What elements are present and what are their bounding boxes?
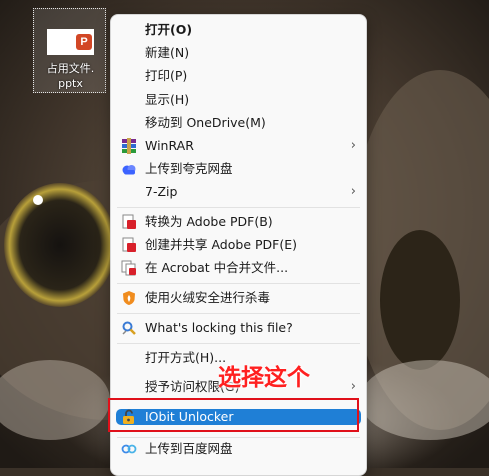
menu-item-convert-adobe-pdf[interactable]: 转换为 Adobe PDF(B) bbox=[115, 211, 362, 233]
menu-item-label: 移动到 OneDrive(M) bbox=[145, 115, 266, 130]
annotation-highlight-box bbox=[108, 398, 359, 432]
menu-item-print[interactable]: 打印(P) bbox=[115, 65, 362, 87]
menu-item-7zip[interactable]: 7-Zip › bbox=[115, 181, 362, 203]
pptx-thumbnail: P bbox=[47, 29, 94, 55]
menu-separator bbox=[117, 207, 360, 208]
menu-item-whats-locking[interactable]: What's locking this file? bbox=[115, 317, 362, 339]
annotation-text: 选择这个 bbox=[218, 365, 310, 391]
menu-item-label: WinRAR bbox=[145, 138, 194, 153]
menu-item-label: 显示(H) bbox=[145, 92, 190, 107]
menu-item-acrobat-merge[interactable]: 在 Acrobat 中合并文件... bbox=[115, 257, 362, 279]
file-name-line1: 占用文件. bbox=[46, 62, 95, 75]
desktop-file-label: 占用文件. pptx bbox=[34, 61, 107, 91]
menu-item-show[interactable]: 显示(H) bbox=[115, 89, 362, 111]
menu-item-label: 打印(P) bbox=[145, 68, 188, 83]
menu-item-label: 使用火绒安全进行杀毒 bbox=[145, 290, 271, 305]
file-name-line2: pptx bbox=[58, 77, 83, 90]
menu-separator bbox=[117, 283, 360, 284]
menu-separator bbox=[117, 313, 360, 314]
chevron-right-icon: › bbox=[350, 138, 356, 153]
desktop-file-pptx[interactable]: P 占用文件. pptx bbox=[33, 8, 106, 93]
menu-item-create-share-adobe-pdf[interactable]: 创建并共享 Adobe PDF(E) bbox=[115, 234, 362, 256]
menu-item-move-to-onedrive[interactable]: 移动到 OneDrive(M) bbox=[115, 112, 362, 134]
huorong-shield-icon bbox=[121, 290, 137, 306]
lock-search-icon bbox=[121, 320, 137, 336]
quark-cloud-icon bbox=[121, 161, 137, 177]
acrobat-merge-icon bbox=[121, 260, 137, 276]
winrar-icon bbox=[121, 138, 137, 154]
menu-item-label: 新建(N) bbox=[145, 45, 190, 60]
menu-item-upload-baidu[interactable]: 上传到百度网盘 bbox=[115, 438, 362, 460]
adobe-pdf-icon bbox=[121, 237, 137, 253]
adobe-pdf-icon bbox=[121, 214, 137, 230]
menu-item-open[interactable]: 打开(O) bbox=[115, 19, 362, 41]
chevron-right-icon: › bbox=[350, 184, 356, 199]
menu-item-huorong-scan[interactable]: 使用火绒安全进行杀毒 bbox=[115, 287, 362, 309]
menu-item-upload-quark[interactable]: 上传到夸克网盘 bbox=[115, 158, 362, 180]
baidu-cloud-icon bbox=[121, 441, 137, 457]
powerpoint-icon: P bbox=[76, 34, 92, 50]
menu-separator bbox=[117, 343, 360, 344]
chevron-right-icon: › bbox=[350, 379, 356, 394]
menu-item-label: 转换为 Adobe PDF(B) bbox=[145, 214, 273, 229]
menu-item-label: 在 Acrobat 中合并文件... bbox=[145, 260, 289, 275]
menu-item-label: 打开(O) bbox=[145, 22, 193, 37]
menu-item-label: 上传到百度网盘 bbox=[145, 441, 233, 456]
menu-item-label: 创建并共享 Adobe PDF(E) bbox=[145, 237, 297, 252]
menu-item-winrar[interactable]: WinRAR › bbox=[115, 135, 362, 157]
menu-item-label: 打开方式(H)... bbox=[145, 350, 227, 365]
menu-item-label: 7-Zip bbox=[145, 184, 178, 199]
menu-item-new[interactable]: 新建(N) bbox=[115, 42, 362, 64]
menu-item-label: 上传到夸克网盘 bbox=[145, 161, 233, 176]
menu-item-label: What's locking this file? bbox=[145, 320, 293, 335]
